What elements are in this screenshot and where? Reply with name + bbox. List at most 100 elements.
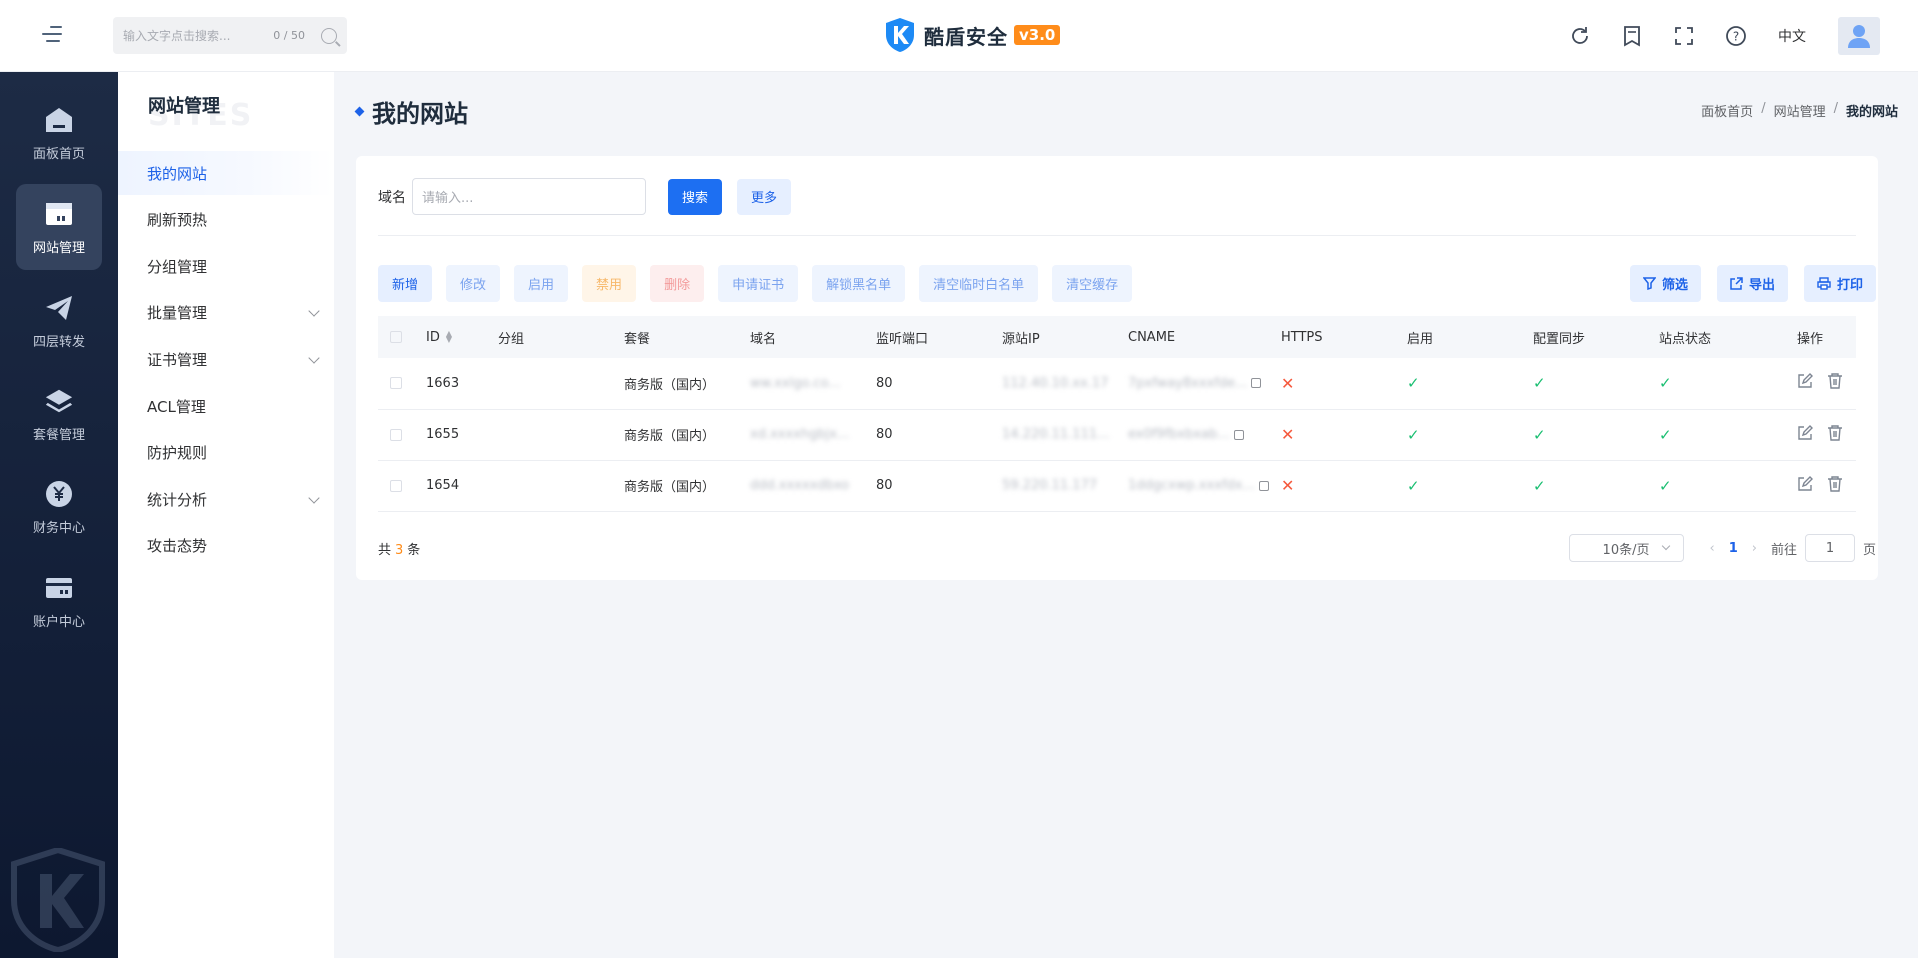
copy-icon[interactable] <box>1258 480 1269 491</box>
breadcrumb-item[interactable]: 网站管理 <box>1774 101 1826 120</box>
submenu-item-label: 我的网站 <box>147 164 208 183</box>
row-checkbox[interactable] <box>390 479 402 492</box>
submenu-item-label: 批量管理 <box>147 303 208 322</box>
cell-cname: 7pxfway8xxxfde... <box>1128 375 1248 391</box>
chevron-down-icon <box>308 305 320 317</box>
domain-search-input[interactable]: 请输入... <box>412 178 646 215</box>
export-label: 导出 <box>1748 278 1775 293</box>
goto-page-input[interactable]: 1 <box>1804 534 1855 562</box>
copy-icon[interactable] <box>1251 378 1262 389</box>
submenu-item-attacks[interactable]: 攻击态势 <box>118 523 334 567</box>
submenu-item-refresh[interactable]: 刷新预热 <box>118 197 334 241</box>
clear-cache-button[interactable]: 清空缓存 <box>1052 265 1133 302</box>
pagination: 10条/页 ‹ 1 › 前往 1 页 <box>1568 534 1876 562</box>
avatar[interactable] <box>1838 17 1880 55</box>
help-icon[interactable]: ? <box>1724 24 1748 48</box>
table-row: 1655 商务版（国内） xd.xxxxhgbjx... 80 14.220.1… <box>378 409 1856 461</box>
apply-cert-button[interactable]: 申请证书 <box>718 265 799 302</box>
print-label: 打印 <box>1836 278 1863 293</box>
edit-icon[interactable] <box>1797 475 1813 496</box>
breadcrumb-item[interactable]: 面板首页 <box>1701 101 1753 120</box>
cell-group <box>498 358 624 410</box>
page-suffix: 页 <box>1862 542 1876 558</box>
col-https: HTTPS <box>1281 316 1407 358</box>
submenu-item-my-sites[interactable]: 我的网站 <box>118 151 334 195</box>
fullscreen-icon[interactable] <box>1672 24 1696 48</box>
submenu-item-acl[interactable]: ACL管理 <box>118 384 334 428</box>
nav-dashboard[interactable]: 面板首页 <box>16 90 102 176</box>
next-page-icon[interactable]: › <box>1752 541 1757 556</box>
print-button[interactable]: 打印 <box>1803 265 1876 302</box>
search-icon[interactable] <box>321 27 337 44</box>
table-tools: 筛选 导出 打印 <box>1614 265 1876 302</box>
nav-plans[interactable]: 套餐管理 <box>16 371 102 457</box>
search-button[interactable]: 搜索 <box>668 178 722 215</box>
cell-domain: xd.xxxxhgbjx... <box>750 427 850 442</box>
submenu-item-certs[interactable]: 证书管理 <box>118 337 334 381</box>
submenu-item-groups[interactable]: 分组管理 <box>118 244 334 288</box>
col-id[interactable]: ID ▲ ▼ <box>426 316 498 358</box>
nav-l4-forward[interactable]: 四层转发 <box>16 278 102 364</box>
divider <box>378 235 1856 236</box>
trash-icon[interactable] <box>1827 373 1843 393</box>
nav-finance[interactable]: 财务中心 <box>16 464 102 550</box>
breadcrumb-current: 我的网站 <box>1845 105 1898 120</box>
website-icon <box>44 199 74 229</box>
submenu-item-label: 分组管理 <box>147 257 208 276</box>
nav-account[interactable]: 账户中心 <box>16 558 102 644</box>
total-prefix: 共 <box>378 543 392 558</box>
add-button[interactable]: 新增 <box>378 265 433 302</box>
enable-button[interactable]: 启用 <box>514 265 569 302</box>
global-search-input[interactable]: 输入文字点击搜索... 0 / 50 <box>113 17 347 54</box>
menu-toggle-icon[interactable] <box>42 26 66 46</box>
edit-icon[interactable] <box>1797 424 1813 445</box>
copy-icon[interactable] <box>1233 429 1244 440</box>
edit-button[interactable]: 修改 <box>446 265 501 302</box>
yen-icon <box>44 479 74 509</box>
row-checkbox[interactable] <box>390 377 402 390</box>
prev-page-icon[interactable]: ‹ <box>1710 541 1715 556</box>
more-button[interactable]: 更多 <box>737 178 791 215</box>
nav-website-label: 网站管理 <box>32 240 85 256</box>
table-header-row: ID ▲ ▼ 分组 套餐 域名 监听端口 源站IP CNAME HTTPS 启用 配… <box>378 316 1856 358</box>
sort-icon[interactable]: ▲ ▼ <box>446 330 452 344</box>
breadcrumb-separator: / <box>1761 101 1766 116</box>
export-button[interactable]: 导出 <box>1716 265 1788 302</box>
breadcrumb-separator: / <box>1833 101 1838 116</box>
page-size-select[interactable]: 10条/页 <box>1568 534 1684 562</box>
layers-icon <box>44 386 74 416</box>
table-row: 1663 商务版（国内） ww.xxlgo.co... 80 112.40.10… <box>378 358 1856 410</box>
cell-cname: ex0f9fbxbxab... <box>1128 427 1230 442</box>
edit-icon[interactable] <box>1797 373 1813 393</box>
disable-button[interactable]: 禁用 <box>582 265 637 302</box>
trash-icon[interactable] <box>1827 475 1843 496</box>
delete-button[interactable]: 删除 <box>650 265 705 302</box>
cell-port: 80 <box>876 409 1002 461</box>
chevron-down-icon <box>308 492 320 504</box>
bookmark-icon[interactable] <box>1620 24 1644 48</box>
unblock-blacklist-button[interactable]: 解锁黑名单 <box>812 265 906 302</box>
col-status: 站点状态 <box>1659 316 1797 358</box>
row-checkbox[interactable] <box>390 428 402 441</box>
shield-watermark-icon <box>11 848 105 952</box>
select-all-checkbox[interactable] <box>390 331 402 343</box>
filter-button[interactable]: 筛选 <box>1629 265 1701 302</box>
chevron-down-icon <box>1661 541 1670 551</box>
submenu-item-protection[interactable]: 防护规则 <box>118 430 334 474</box>
language-switch[interactable]: 中文 <box>1778 26 1806 46</box>
nav-website[interactable]: 网站管理 <box>16 184 102 270</box>
submenu-item-label: 防护规则 <box>147 443 208 462</box>
trash-icon[interactable] <box>1827 424 1843 445</box>
submenu-item-batch[interactable]: 批量管理 <box>118 290 334 334</box>
refresh-icon[interactable] <box>1568 24 1592 48</box>
sync-check-icon: ✓ <box>1533 476 1546 495</box>
submenu-item-stats[interactable]: 统计分析 <box>118 477 334 521</box>
nav-dashboard-label: 面板首页 <box>32 146 85 162</box>
clear-whitelist-button[interactable]: 清空临时白名单 <box>919 265 1039 302</box>
current-page[interactable]: 1 <box>1729 541 1738 556</box>
page-size-value: 10条/页 <box>1602 542 1650 558</box>
submenu-item-label: 刷新预热 <box>147 210 208 229</box>
total-count: 共3条 <box>378 539 420 558</box>
cell-id: 1655 <box>426 409 498 461</box>
submenu-title: 网站管理 <box>148 96 220 117</box>
